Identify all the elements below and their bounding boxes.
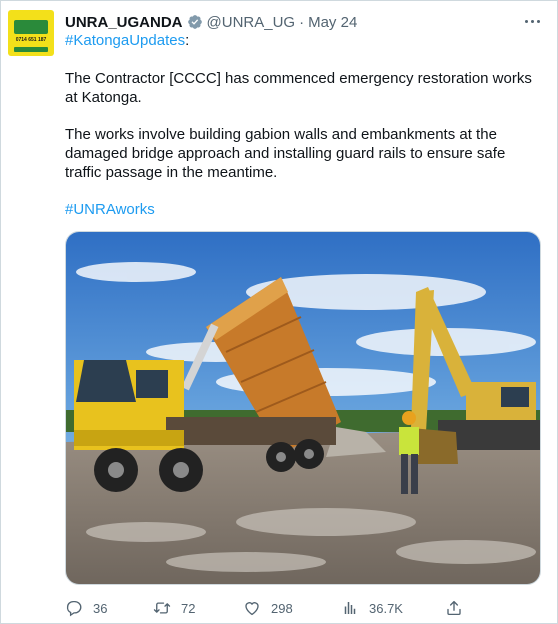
tweet-paragraph-2: The works involve building gabion walls … — [65, 126, 506, 181]
views-button[interactable]: 36.7K — [341, 597, 403, 619]
hashtag-unraworks-link[interactable]: #UNRAworks — [65, 200, 155, 219]
display-name[interactable]: UNRA_UGANDA — [65, 14, 183, 31]
heart-icon — [245, 602, 259, 616]
reply-button[interactable]: 36 — [65, 597, 107, 619]
share-button[interactable] — [445, 597, 473, 619]
tweet-card[interactable]: 0714 651 187 UNRA_UGANDA @UNRA_UG · May … — [0, 0, 558, 624]
retweet-count: 72 — [181, 600, 196, 616]
hashtag-line: #KatongaUpdates: — [65, 31, 189, 50]
avatar-logo-band — [14, 20, 48, 34]
user-handle[interactable]: @UNRA_UG — [207, 14, 296, 31]
more-options-icon[interactable] — [519, 11, 545, 31]
views-chart-icon — [344, 602, 356, 614]
verified-badge-icon — [187, 14, 203, 30]
reply-count: 36 — [93, 600, 108, 616]
share-upload-icon — [447, 600, 461, 616]
tweet-paragraph-1: The Contractor [CCCC] has commenced emer… — [65, 70, 532, 106]
avatar-phone-text: 0714 651 187 — [15, 37, 47, 43]
retweet-button[interactable]: 72 — [153, 597, 195, 619]
photo-truck-excavator — [66, 232, 540, 584]
more-dot — [524, 19, 528, 23]
more-dot — [530, 19, 534, 23]
like-count: 298 — [271, 600, 293, 616]
avatar[interactable]: 0714 651 187 — [8, 10, 54, 56]
avatar-logo-band-bottom — [14, 47, 48, 52]
hashtag-suffix: : — [185, 32, 190, 49]
like-button[interactable]: 298 — [243, 597, 293, 619]
tweet-actions: 36 72 298 36.7K — [65, 597, 475, 619]
reply-icon — [66, 600, 82, 617]
hashtag-katonga-link[interactable]: #KatongaUpdates — [65, 32, 185, 49]
tweet-photo[interactable] — [65, 231, 541, 585]
tweet-date[interactable]: May 24 — [308, 14, 357, 31]
retweet-icon — [153, 602, 171, 614]
view-count: 36.7K — [369, 600, 403, 616]
more-dot — [536, 19, 540, 23]
tweet-header: UNRA_UGANDA @UNRA_UG · May 24 — [65, 12, 357, 32]
hashtag-unraworks-text[interactable]: #UNRAworks — [65, 201, 155, 218]
separator-dot: · — [299, 13, 305, 31]
